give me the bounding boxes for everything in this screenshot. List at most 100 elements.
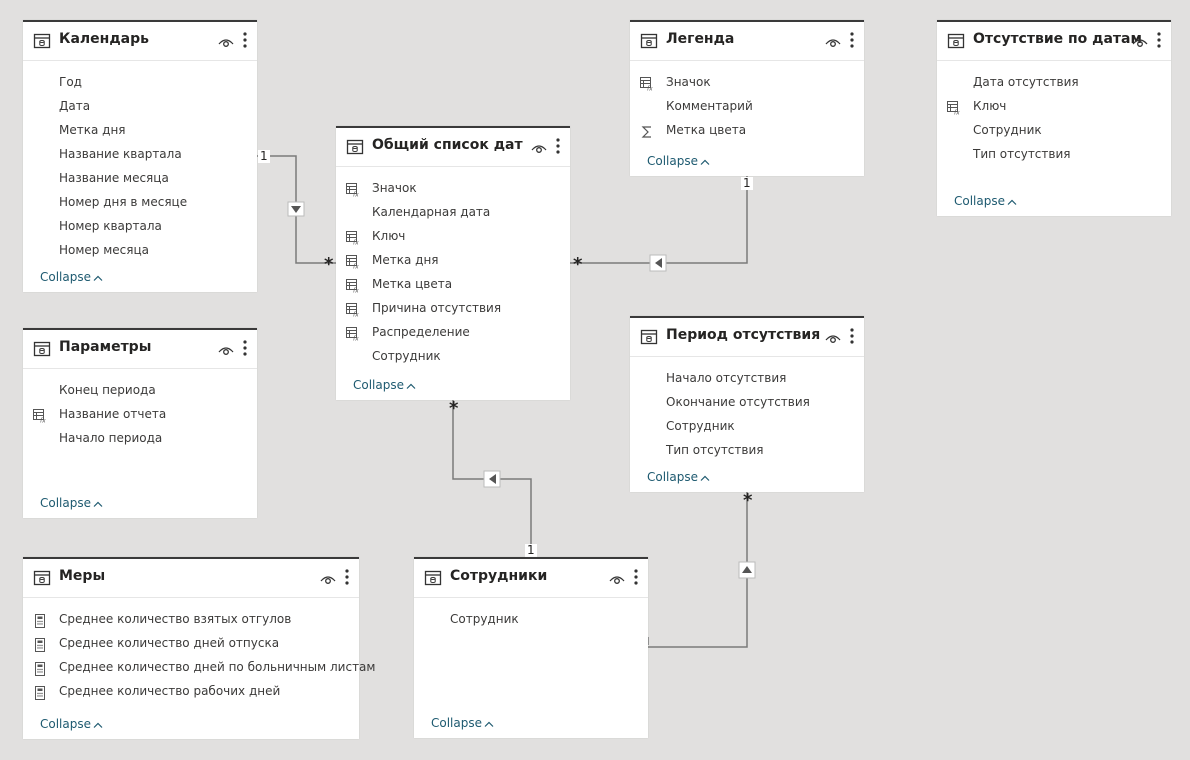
collapse-button[interactable]: Collapse bbox=[40, 717, 103, 731]
field-item[interactable]: Номер месяца bbox=[23, 238, 257, 262]
field-item[interactable]: Среднее количество дней отпуска bbox=[23, 631, 359, 655]
field-item[interactable]: Начало периода bbox=[23, 426, 257, 450]
table-card-legend[interactable]: Легенда fx Значок Комментарий Метка цвета Col… bbox=[630, 20, 864, 176]
collapse-button[interactable]: Collapse bbox=[647, 470, 710, 484]
table-card-period[interactable]: Период отсутствия Начало отсутствия Оконча… bbox=[630, 316, 864, 492]
field-item[interactable]: fx Ключ bbox=[336, 224, 570, 248]
field-item[interactable]: Комментарий bbox=[630, 94, 864, 118]
eye-icon[interactable] bbox=[320, 571, 336, 584]
more-options-icon[interactable] bbox=[632, 568, 640, 586]
collapse-button[interactable]: Collapse bbox=[431, 716, 494, 730]
table-card-dates[interactable]: Общий список дат fx Значок Календарная дата… bbox=[336, 126, 570, 400]
field-item[interactable]: fx Распределение bbox=[336, 320, 570, 344]
collapse-button[interactable]: Collapse bbox=[40, 496, 103, 510]
field-list: Конец периода fx Название отчета Начало пер… bbox=[23, 369, 257, 450]
field-label: Метка цвета bbox=[666, 123, 747, 137]
field-label: Среднее количество дней по больничным ли… bbox=[59, 660, 376, 674]
collapse-label: Collapse bbox=[647, 470, 698, 484]
table-header[interactable]: Параметры bbox=[23, 330, 257, 369]
field-label: Название месяца bbox=[59, 171, 169, 185]
calculated-column-icon: fx bbox=[947, 99, 961, 117]
eye-icon[interactable] bbox=[609, 571, 625, 584]
eye-icon[interactable] bbox=[825, 330, 841, 343]
field-item[interactable]: Окончание отсутствия bbox=[630, 390, 864, 414]
field-item[interactable]: Сотрудник bbox=[630, 414, 864, 438]
field-item[interactable]: Номер квартала bbox=[23, 214, 257, 238]
table-header[interactable]: Отсутствие по датам bbox=[937, 22, 1171, 61]
field-item[interactable]: Номер дня в месяце bbox=[23, 190, 257, 214]
more-options-icon[interactable] bbox=[1155, 31, 1163, 49]
field-item[interactable]: Начало отсутствия bbox=[630, 366, 864, 390]
table-header[interactable]: Календарь bbox=[23, 22, 257, 61]
table-card-measures[interactable]: Меры Среднее количество взятых отгулов Сре… bbox=[23, 557, 375, 739]
rel-employees-period[interactable] bbox=[648, 492, 748, 648]
field-item[interactable]: Год bbox=[23, 70, 257, 94]
more-options-icon[interactable] bbox=[848, 327, 856, 345]
field-item[interactable]: Календарная дата bbox=[336, 200, 570, 224]
field-item[interactable]: Тип отсутствия bbox=[630, 438, 864, 462]
field-item[interactable]: fx Метка дня bbox=[336, 248, 570, 272]
field-label: Среднее количество взятых отгулов bbox=[59, 612, 292, 626]
field-item[interactable]: fx Название отчета bbox=[23, 402, 257, 426]
field-item[interactable]: fx Причина отсутствия bbox=[336, 296, 570, 320]
eye-icon[interactable] bbox=[1132, 34, 1148, 47]
table-card-calendar[interactable]: Календарь Год Дата Метка дня Название кварта… bbox=[23, 20, 257, 292]
field-label: Среднее количество дней отпуска bbox=[59, 636, 280, 650]
svg-text:fx: fx bbox=[353, 288, 359, 294]
field-item[interactable]: Среднее количество дней по больничным ли… bbox=[23, 655, 375, 679]
collapse-button[interactable]: Collapse bbox=[353, 378, 416, 392]
table-title: Отсутствие по датам bbox=[973, 31, 1142, 47]
field-label: Календарная дата bbox=[372, 205, 491, 219]
rel-legend-dates[interactable] bbox=[570, 176, 748, 264]
field-item[interactable]: Среднее количество рабочих дней bbox=[23, 679, 359, 703]
table-header[interactable]: Меры bbox=[23, 559, 359, 598]
field-item[interactable]: Тип отсутствия bbox=[937, 142, 1171, 166]
table-card-employees[interactable]: Сотрудники Сотрудник Collapse bbox=[414, 557, 648, 738]
field-item[interactable]: Дата bbox=[23, 94, 257, 118]
field-item[interactable]: fx Ключ bbox=[937, 94, 1171, 118]
chevron-up-icon bbox=[698, 470, 710, 484]
field-item[interactable]: Сотрудник bbox=[336, 344, 570, 368]
eye-icon[interactable] bbox=[218, 342, 234, 355]
more-options-icon[interactable] bbox=[343, 568, 351, 586]
calculated-column-icon: fx bbox=[346, 325, 360, 343]
collapse-label: Collapse bbox=[647, 154, 698, 168]
more-options-icon[interactable] bbox=[241, 31, 249, 49]
field-item[interactable]: Сотрудник bbox=[414, 607, 648, 631]
table-header[interactable]: Период отсутствия bbox=[630, 318, 864, 357]
field-item[interactable]: fx Значок bbox=[630, 70, 864, 94]
collapse-button[interactable]: Collapse bbox=[40, 270, 103, 284]
collapse-button[interactable]: Collapse bbox=[647, 154, 710, 168]
field-item[interactable]: Название квартала bbox=[23, 142, 257, 166]
field-item[interactable]: Метка цвета bbox=[630, 118, 864, 142]
chevron-up-icon bbox=[1005, 194, 1017, 208]
eye-icon[interactable] bbox=[218, 34, 234, 47]
field-item[interactable]: fx Метка цвета bbox=[336, 272, 570, 296]
collapse-label: Collapse bbox=[431, 716, 482, 730]
field-label: Номер квартала bbox=[59, 219, 162, 233]
field-item[interactable]: Дата отсутствия bbox=[937, 70, 1171, 94]
field-item[interactable]: Метка дня bbox=[23, 118, 257, 142]
eye-icon[interactable] bbox=[825, 34, 841, 47]
table-header[interactable]: Общий список дат bbox=[336, 128, 570, 167]
table-card-absdates[interactable]: Отсутствие по датам Дата отсутствия fx Ключ… bbox=[937, 20, 1171, 216]
table-header[interactable]: Сотрудники bbox=[414, 559, 648, 598]
sigma-icon bbox=[640, 123, 654, 138]
field-item[interactable]: Конец периода bbox=[23, 378, 257, 402]
svg-text:fx: fx bbox=[353, 336, 359, 342]
field-item[interactable]: Среднее количество взятых отгулов bbox=[23, 607, 359, 631]
more-options-icon[interactable] bbox=[848, 31, 856, 49]
svg-text:fx: fx bbox=[353, 240, 359, 246]
svg-text:fx: fx bbox=[353, 192, 359, 198]
field-item[interactable]: Название месяца bbox=[23, 166, 257, 190]
field-label: Окончание отсутствия bbox=[666, 395, 810, 409]
field-item[interactable]: Сотрудник bbox=[937, 118, 1171, 142]
more-options-icon[interactable] bbox=[241, 339, 249, 357]
collapse-button[interactable]: Collapse bbox=[954, 194, 1017, 208]
table-header[interactable]: Легенда bbox=[630, 22, 864, 61]
more-options-icon[interactable] bbox=[554, 137, 562, 155]
field-item[interactable]: fx Значок bbox=[336, 176, 570, 200]
table-card-params[interactable]: Параметры Конец периода fx Название отчета Н… bbox=[23, 328, 257, 518]
eye-icon[interactable] bbox=[531, 140, 547, 153]
table-icon bbox=[33, 340, 51, 358]
